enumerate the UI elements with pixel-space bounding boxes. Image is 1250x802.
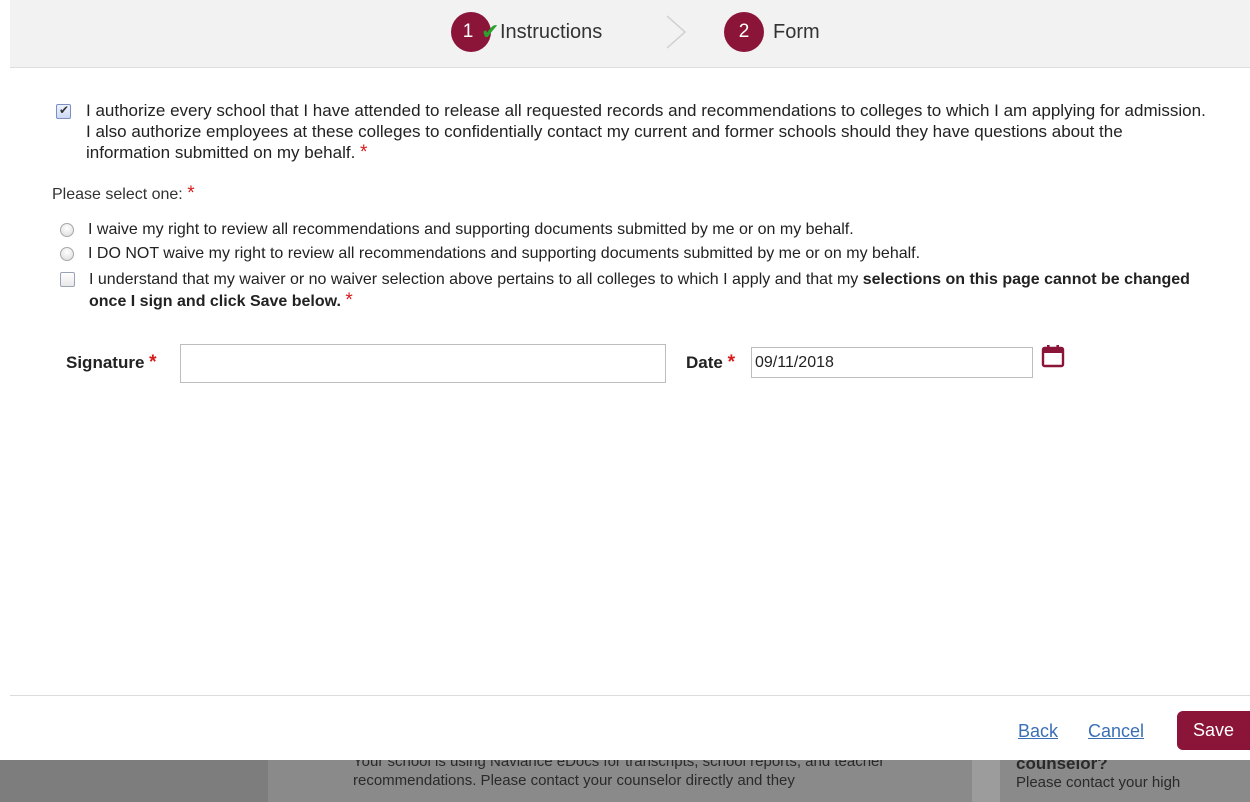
step-number: 2 [738, 21, 750, 42]
required-marker: * [727, 352, 735, 373]
required-marker: * [360, 142, 368, 163]
authorization-text: I authorize every school that I have att… [86, 100, 1206, 163]
footer-divider [10, 695, 1250, 696]
background-page-overlay: Your school is using Naviance eDocs for … [0, 760, 1250, 802]
selection-prompt: Please select one: * [52, 183, 195, 205]
background-divider [972, 760, 1000, 802]
understanding-label: I understand that my waiver or no waiver… [89, 271, 859, 288]
required-marker: * [149, 352, 157, 373]
signature-input[interactable] [180, 344, 666, 383]
step-label: Form [773, 20, 820, 43]
selection-prompt-text: Please select one: [52, 186, 183, 203]
authorization-checkbox[interactable] [56, 103, 71, 119]
background-center-text: Your school is using Naviance eDocs for … [353, 760, 885, 789]
waive-option: I waive my right to review all recommend… [60, 219, 854, 240]
calendar-icon[interactable] [1041, 344, 1065, 368]
no-waive-option-label: I DO NOT waive my right to review all re… [88, 245, 921, 262]
back-link[interactable]: Back [1018, 721, 1058, 742]
understanding-row: I understand that my waiver or no waiver… [60, 269, 1210, 312]
step-form[interactable]: 2 Form [724, 12, 820, 52]
background-right-title: counselor? [1016, 760, 1108, 773]
date-label: Date * [686, 352, 735, 374]
no-waive-option: I DO NOT waive my right to review all re… [60, 243, 920, 264]
date-input[interactable] [751, 347, 1033, 378]
signature-label-text: Signature [66, 353, 145, 372]
understanding-checkbox[interactable] [60, 272, 75, 287]
waive-option-label: I waive my right to review all recommend… [88, 221, 854, 238]
waive-radio[interactable] [60, 223, 74, 237]
background-right-text: Please contact your high [1016, 774, 1181, 791]
background-center-panel: Your school is using Naviance eDocs for … [268, 760, 1000, 802]
authorization-row: I authorize every school that I have att… [56, 100, 1206, 163]
understanding-text: I understand that my waiver or no waiver… [89, 269, 1210, 312]
step-number-badge: 2 [724, 12, 764, 52]
chevron-right-icon [666, 15, 687, 49]
save-button[interactable]: Save [1177, 711, 1250, 750]
no-waive-radio[interactable] [60, 247, 74, 261]
cancel-link[interactable]: Cancel [1088, 721, 1144, 742]
background-right-panel: counselor? Please contact your high [1000, 760, 1250, 802]
step-instructions[interactable]: 1 ✔ Instructions [451, 12, 602, 52]
step-label: Instructions [500, 20, 603, 43]
authorization-label: I authorize every school that I have att… [86, 101, 1206, 162]
required-marker: * [345, 290, 353, 311]
wizard-step-bar: 1 ✔ Instructions 2 Form [10, 0, 1250, 68]
step-number: 1 [462, 21, 474, 42]
signature-label: Signature * [66, 352, 157, 374]
date-label-text: Date [686, 353, 723, 372]
required-marker: * [187, 183, 195, 204]
completed-check-icon: ✔ [481, 19, 500, 44]
